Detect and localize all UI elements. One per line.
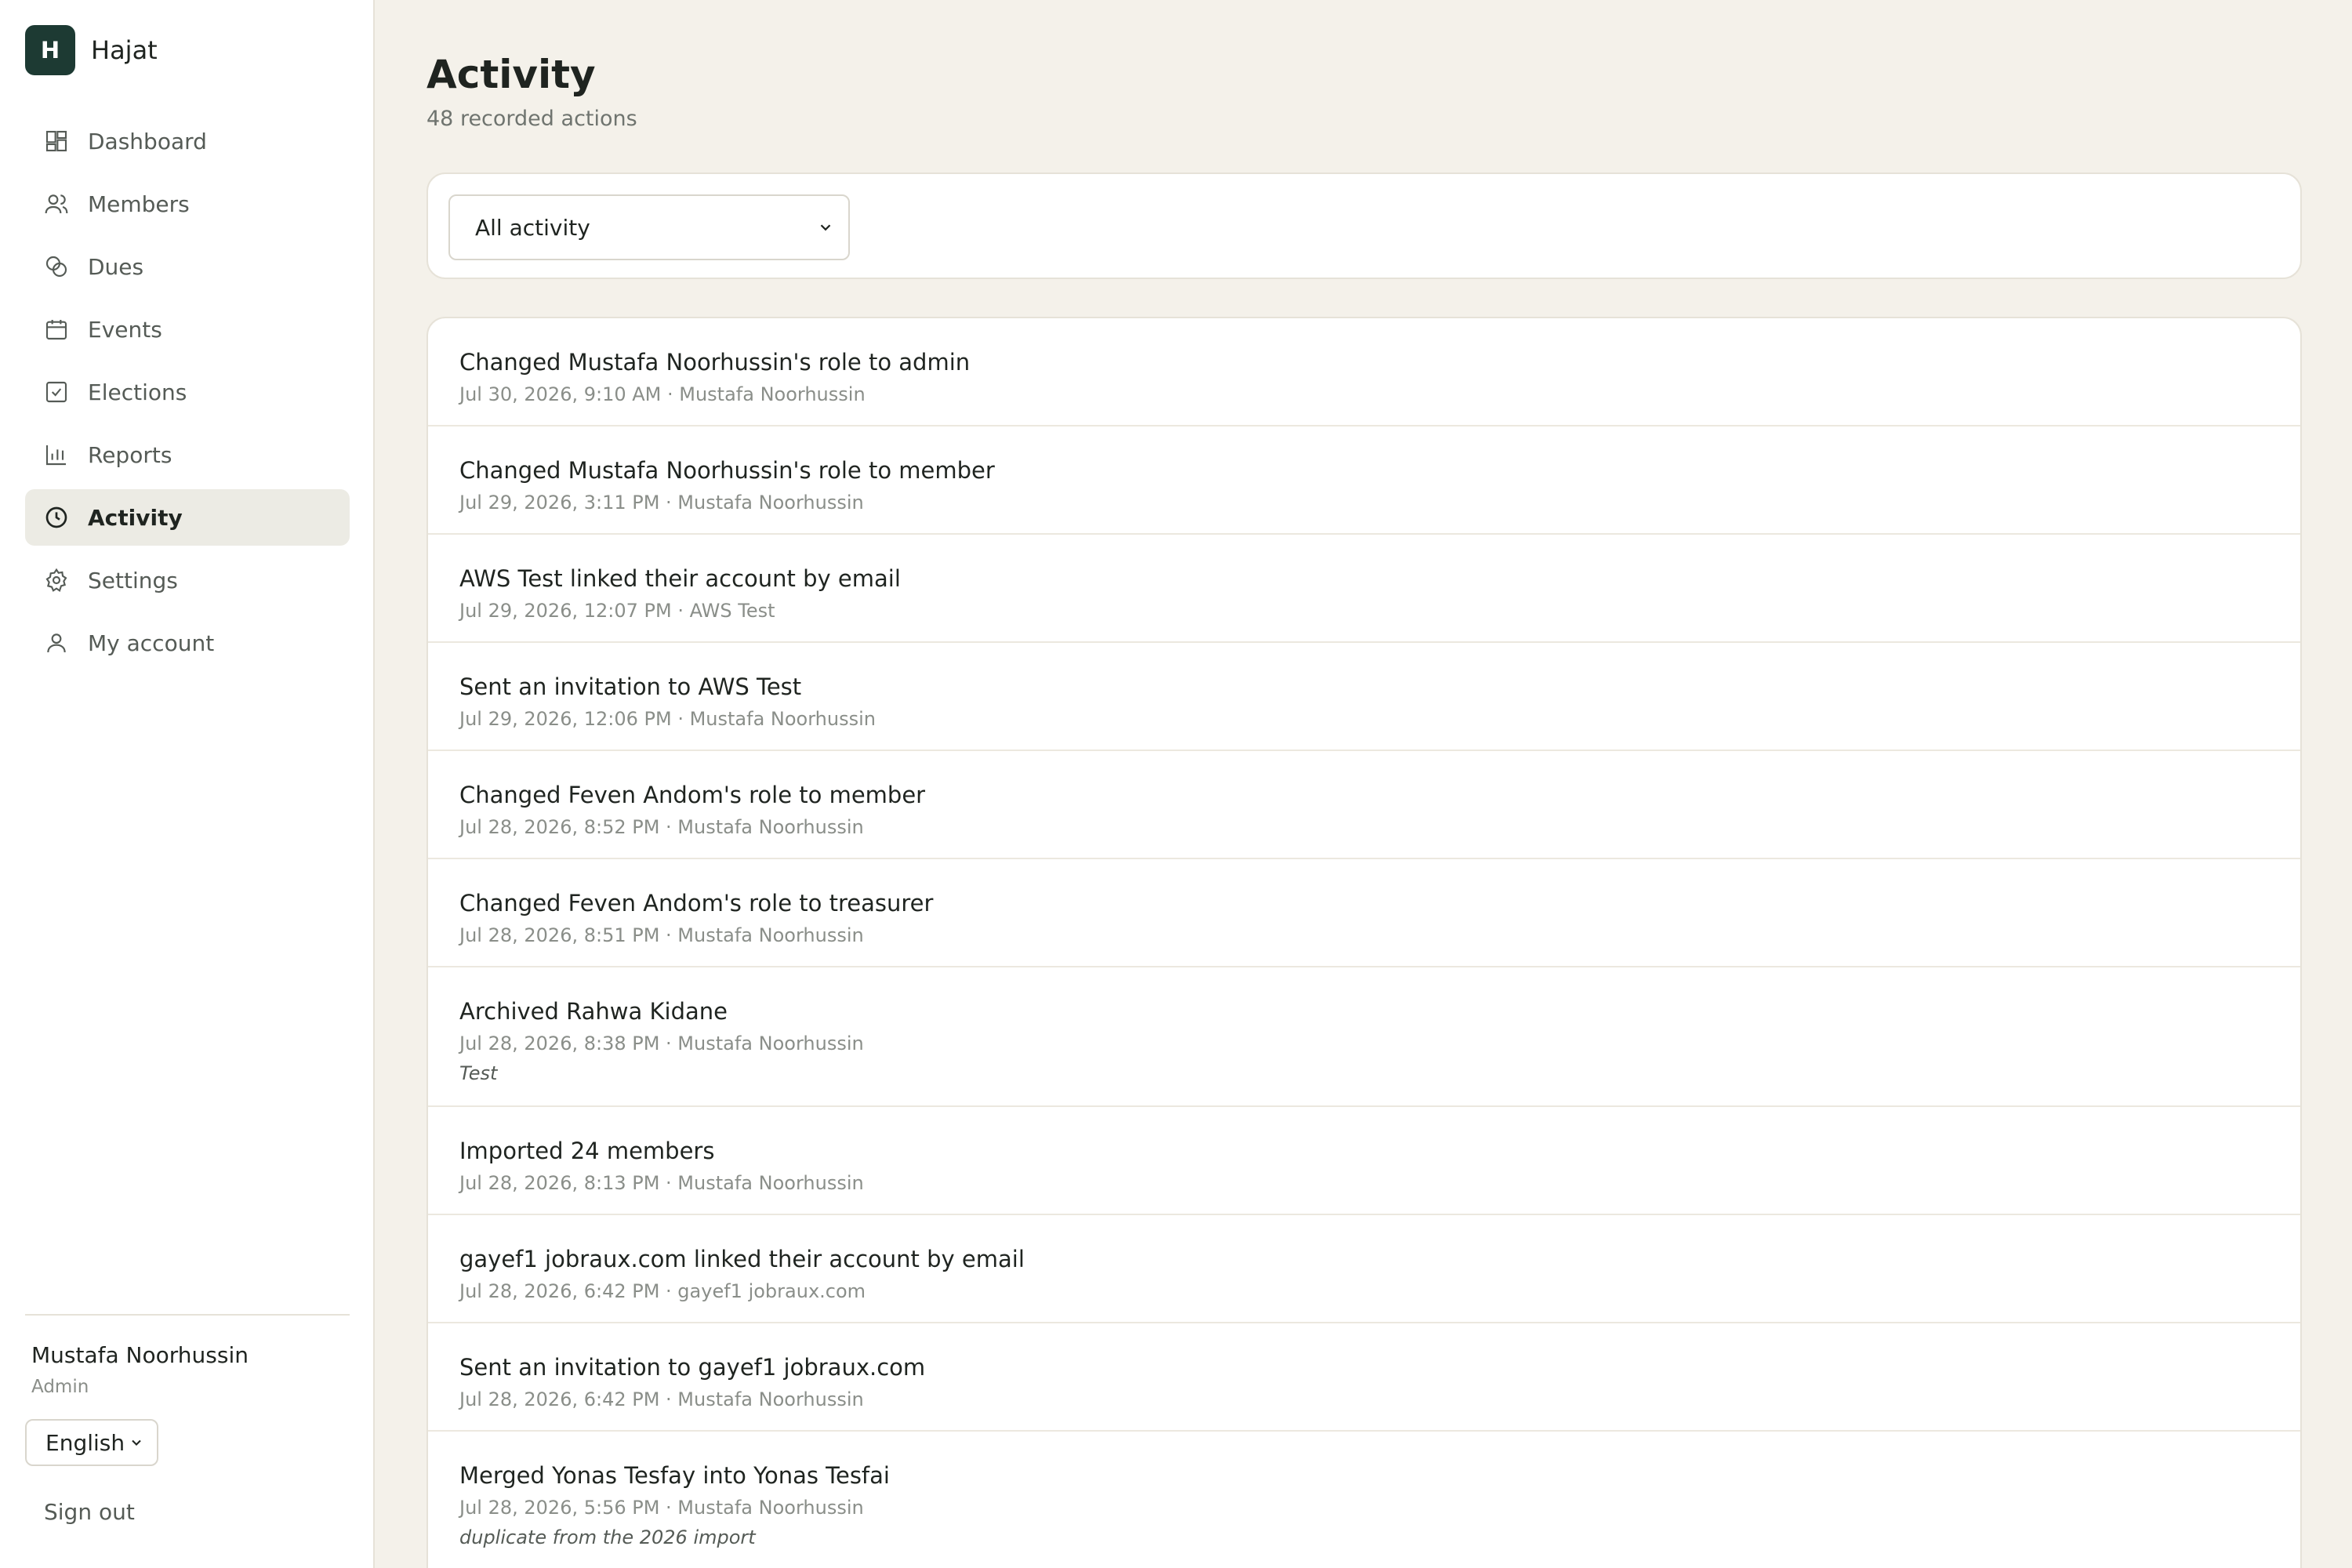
list-item: Changed Feven Andom's role to treasurer … bbox=[428, 859, 2300, 967]
activity-meta: Jul 28, 2026, 8:38 PM · Mustafa Noorhuss… bbox=[459, 1033, 864, 1054]
brand-logo: H bbox=[25, 25, 75, 75]
activity-title: Changed Feven Andom's role to treasurer bbox=[459, 890, 934, 916]
sidebar-item-events[interactable]: Events bbox=[25, 301, 350, 358]
clock-icon bbox=[45, 506, 67, 528]
list-item: Changed Mustafa Noorhussin's role to mem… bbox=[428, 426, 2300, 535]
activity-filter-select[interactable]: All activity bbox=[448, 194, 850, 260]
activity-meta: Jul 28, 2026, 8:52 PM · Mustafa Noorhuss… bbox=[459, 816, 864, 838]
list-item: Changed Feven Andom's role to member Jul… bbox=[428, 751, 2300, 859]
sidebar-item-my-account[interactable]: My account bbox=[25, 615, 350, 671]
page-title: Activity bbox=[426, 52, 596, 97]
chevron-down-icon bbox=[132, 1439, 141, 1446]
activity-meta: Jul 30, 2026, 9:10 AM · Mustafa Noorhuss… bbox=[459, 383, 866, 405]
activity-title: AWS Test linked their account by email bbox=[459, 565, 901, 592]
activity-title: Changed Feven Andom's role to member bbox=[459, 782, 926, 808]
activity-meta: Jul 28, 2026, 6:42 PM · Mustafa Noorhuss… bbox=[459, 1388, 864, 1410]
dashboard-icon bbox=[45, 130, 67, 152]
activity-meta: Jul 28, 2026, 5:56 PM · Mustafa Noorhuss… bbox=[459, 1497, 864, 1519]
activity-meta: Jul 29, 2026, 3:11 PM · Mustafa Noorhuss… bbox=[459, 492, 864, 514]
user-role: Admin bbox=[31, 1377, 89, 1397]
activity-title: Changed Mustafa Noorhussin's role to adm… bbox=[459, 349, 971, 376]
sidebar-item-settings[interactable]: Settings bbox=[25, 552, 350, 608]
activity-title: Merged Yonas Tesfay into Yonas Tesfai bbox=[459, 1462, 890, 1489]
user-icon bbox=[47, 633, 66, 653]
sidebar-item-elections[interactable]: Elections bbox=[25, 364, 350, 420]
activity-list: Changed Mustafa Noorhussin's role to adm… bbox=[426, 317, 2302, 1568]
sidebar-divider bbox=[25, 1314, 350, 1316]
list-item: Sent an invitation to gayef1 jobraux.com… bbox=[428, 1323, 2300, 1432]
activity-title: gayef1 jobraux.com linked their account … bbox=[459, 1246, 1025, 1272]
sidebar-nav: Dashboard Members Dues Events Elections bbox=[25, 113, 350, 677]
checkbox-icon bbox=[45, 381, 67, 403]
language-select[interactable]: English bbox=[25, 1419, 158, 1466]
user-name: Mustafa Noorhussin bbox=[31, 1342, 249, 1368]
sidebar-item-label: Elections bbox=[88, 379, 187, 405]
activity-title: Imported 24 members bbox=[459, 1138, 715, 1164]
sidebar-item-label: My account bbox=[88, 630, 215, 656]
members-icon bbox=[45, 194, 68, 214]
list-item: Imported 24 members Jul 28, 2026, 8:13 P… bbox=[428, 1107, 2300, 1215]
calendar-icon bbox=[45, 320, 67, 340]
sidebar-item-reports[interactable]: Reports bbox=[25, 426, 350, 483]
chevron-down-icon bbox=[820, 224, 831, 231]
activity-title: Changed Mustafa Noorhussin's role to mem… bbox=[459, 457, 995, 484]
sidebar-item-label: Settings bbox=[88, 567, 178, 593]
activity-meta: Jul 28, 2026, 6:42 PM · gayef1 jobraux.c… bbox=[459, 1280, 866, 1302]
dues-icon bbox=[45, 256, 67, 278]
sidebar: H Hajat Dashboard Members Dues Events El… bbox=[0, 0, 375, 1568]
list-item: gayef1 jobraux.com linked their account … bbox=[428, 1215, 2300, 1323]
sidebar-item-label: Events bbox=[88, 316, 162, 343]
page-subtitle: 48 recorded actions bbox=[426, 107, 637, 131]
list-item: AWS Test linked their account by email J… bbox=[428, 535, 2300, 643]
list-item: Changed Mustafa Noorhussin's role to adm… bbox=[428, 318, 2300, 426]
activity-filter-value: All activity bbox=[475, 214, 590, 241]
gear-icon bbox=[45, 568, 67, 592]
activity-meta: Jul 29, 2026, 12:07 PM · AWS Test bbox=[459, 600, 775, 622]
sidebar-item-members[interactable]: Members bbox=[25, 176, 350, 232]
activity-note: duplicate from the 2026 import bbox=[459, 1526, 756, 1548]
brand[interactable]: H Hajat bbox=[25, 25, 158, 75]
activity-meta: Jul 28, 2026, 8:51 PM · Mustafa Noorhuss… bbox=[459, 924, 864, 946]
activity-meta: Jul 29, 2026, 12:06 PM · Mustafa Noorhus… bbox=[459, 708, 876, 730]
sidebar-item-dashboard[interactable]: Dashboard bbox=[25, 113, 350, 169]
sidebar-item-label: Activity bbox=[88, 504, 183, 531]
bar-chart-icon bbox=[45, 445, 66, 466]
list-item: Sent an invitation to AWS Test Jul 29, 2… bbox=[428, 643, 2300, 751]
sidebar-item-label: Members bbox=[88, 191, 190, 217]
sidebar-item-label: Dashboard bbox=[88, 128, 207, 154]
activity-title: Archived Rahwa Kidane bbox=[459, 998, 728, 1025]
language-value: English bbox=[45, 1429, 125, 1456]
activity-note: Test bbox=[459, 1062, 498, 1084]
sign-out-link[interactable]: Sign out bbox=[44, 1499, 135, 1525]
filter-card: All activity bbox=[426, 172, 2302, 279]
sidebar-item-label: Reports bbox=[88, 441, 172, 468]
sidebar-item-dues[interactable]: Dues bbox=[25, 238, 350, 295]
activity-title: Sent an invitation to AWS Test bbox=[459, 673, 802, 700]
activity-title: Sent an invitation to gayef1 jobraux.com bbox=[459, 1354, 926, 1381]
list-item: Merged Yonas Tesfay into Yonas Tesfai Ju… bbox=[428, 1432, 2300, 1568]
list-item: Archived Rahwa Kidane Jul 28, 2026, 8:38… bbox=[428, 967, 2300, 1107]
brand-name: Hajat bbox=[91, 35, 158, 65]
sidebar-item-activity[interactable]: Activity bbox=[25, 489, 350, 546]
activity-meta: Jul 28, 2026, 8:13 PM · Mustafa Noorhuss… bbox=[459, 1172, 864, 1194]
sidebar-item-label: Dues bbox=[88, 253, 144, 280]
